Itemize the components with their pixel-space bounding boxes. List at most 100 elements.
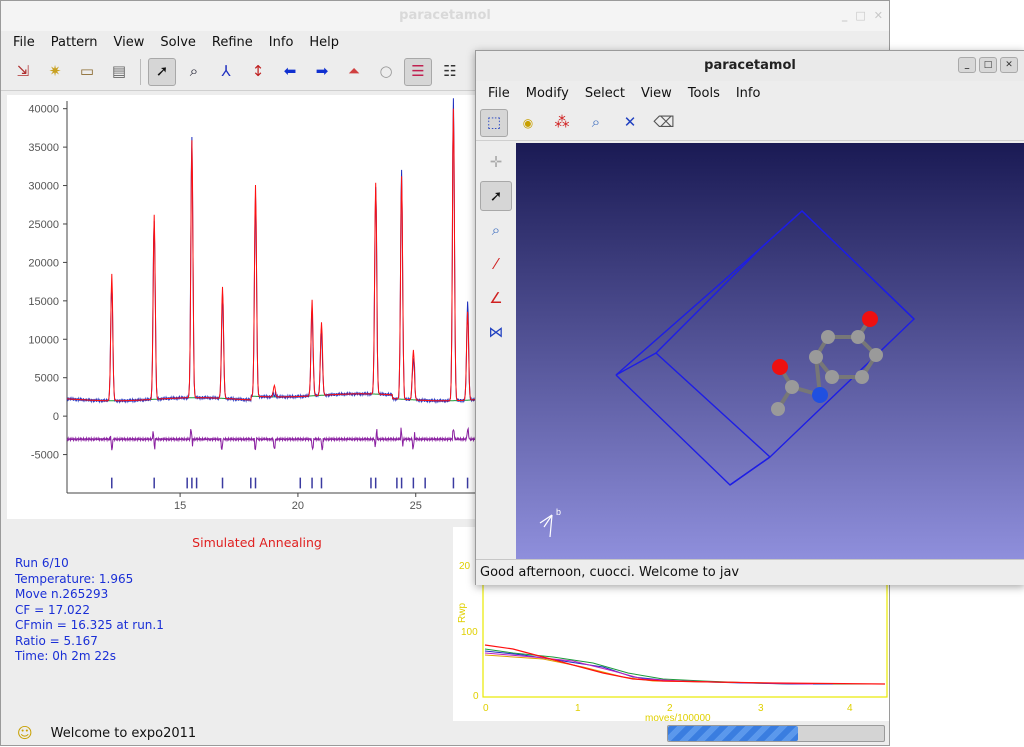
calculated-curve bbox=[67, 108, 477, 402]
rwp-xtick-3: 3 bbox=[758, 703, 764, 714]
menu-view[interactable]: View bbox=[106, 35, 153, 50]
oxygen-atom bbox=[772, 359, 788, 375]
viewer-menu-file[interactable]: File bbox=[480, 86, 518, 101]
nitrogen-atom bbox=[812, 387, 828, 403]
rwp-ytick-0: 0 bbox=[473, 691, 479, 702]
y-tick-label: 15000 bbox=[28, 296, 59, 308]
progress-bar bbox=[667, 725, 885, 742]
viewer-close-button[interactable]: ✕ bbox=[1000, 57, 1018, 73]
y-tick-label: 30000 bbox=[28, 181, 59, 193]
viewer-window-controls: _ □ ✕ bbox=[958, 57, 1018, 73]
c24-symbol-icon[interactable]: ◉ bbox=[514, 109, 542, 137]
sa-time: Time: 0h 2m 22s bbox=[15, 649, 116, 663]
plot-axes: 40000 35000 30000 25000 20000 15000 10000 5000 0… bbox=[28, 101, 477, 512]
plot-curves bbox=[66, 98, 477, 489]
y-tick-label: 20000 bbox=[28, 257, 59, 269]
y-tick-label: 0 bbox=[53, 411, 59, 423]
distance-icon[interactable]: ⁄ bbox=[480, 249, 512, 279]
x-tick-label: 20 bbox=[292, 500, 304, 512]
unit-cell-icon[interactable]: ⬚ bbox=[480, 108, 508, 137]
sa-cfmin: CFmin = 16.325 at run.1 bbox=[15, 618, 164, 632]
peak-search-icon[interactable]: ⌕ bbox=[180, 58, 208, 86]
main-status-text: Welcome to expo2011 bbox=[50, 725, 197, 741]
list-icon[interactable]: ☰ bbox=[404, 57, 432, 86]
angle-icon[interactable]: ∠ bbox=[480, 283, 512, 313]
menu-pattern[interactable]: Pattern bbox=[43, 35, 106, 50]
carbon-atom bbox=[771, 402, 785, 416]
sa-title: Simulated Annealing bbox=[192, 535, 322, 550]
atoms-icon[interactable]: ⁂ bbox=[548, 109, 576, 137]
rwp-ylabel: Rwp bbox=[457, 603, 468, 623]
carbon-atom bbox=[869, 348, 883, 362]
axis-label-b: b bbox=[556, 507, 561, 517]
carbon-atom bbox=[821, 330, 835, 344]
structure-viewer-window: paracetamol _ □ ✕ File Modify Select Vie… bbox=[475, 50, 1024, 585]
peak-fit-icon[interactable]: ↕ bbox=[244, 58, 272, 86]
magnifier-icon[interactable]: ⌕ bbox=[480, 215, 512, 245]
viewer-menubar: File Modify Select View Tools Info bbox=[476, 81, 1024, 105]
open-folder-icon[interactable]: ▭ bbox=[73, 58, 101, 86]
viewer-status-text: Good afternoon, cuocci. Welcome to jav bbox=[480, 565, 740, 580]
arrow-right-icon[interactable]: ➡ bbox=[308, 58, 336, 86]
viewer-menu-view[interactable]: View bbox=[633, 86, 680, 101]
viewer-statusbar: Good afternoon, cuocci. Welcome to jav bbox=[476, 559, 1024, 585]
viewer-menu-select[interactable]: Select bbox=[577, 86, 633, 101]
sa-cf: CF = 17.022 bbox=[15, 602, 90, 617]
y-tick-label: 10000 bbox=[28, 334, 59, 346]
carbon-atom bbox=[785, 380, 799, 394]
y-tick-label: -5000 bbox=[31, 450, 59, 462]
columns-icon[interactable]: ☷ bbox=[436, 58, 464, 86]
sa-move: Move n.265293 bbox=[15, 587, 109, 601]
shrink-icon[interactable]: ✕ bbox=[616, 109, 644, 137]
import-icon[interactable]: ⇲ bbox=[9, 58, 37, 86]
profile-icon[interactable]: ⅄ bbox=[212, 58, 240, 86]
maximize-button[interactable]: □ bbox=[855, 1, 865, 31]
menu-help[interactable]: Help bbox=[301, 35, 347, 50]
close-button[interactable]: ✕ bbox=[874, 1, 883, 31]
paracetamol-molecule bbox=[771, 311, 883, 416]
molecule-viewport[interactable]: b bbox=[516, 143, 1024, 559]
sa-temperature: Temperature: 1.965 bbox=[15, 571, 134, 586]
select-arrow-icon[interactable]: ➚ bbox=[480, 181, 512, 211]
menu-refine[interactable]: Refine bbox=[204, 35, 261, 50]
menu-solve[interactable]: Solve bbox=[152, 35, 204, 50]
save-icon[interactable]: ▤ bbox=[105, 58, 133, 86]
carbon-atom bbox=[851, 330, 865, 344]
menu-info[interactable]: Info bbox=[261, 35, 302, 50]
menu-file[interactable]: File bbox=[5, 35, 43, 50]
main-titlebar: paracetamol _ □ ✕ bbox=[1, 1, 889, 31]
x-tick-label: 25 bbox=[410, 500, 422, 512]
sa-run: Run 6/10 bbox=[15, 556, 69, 570]
sa-ratio: Ratio = 5.167 bbox=[15, 633, 98, 648]
rwp-ytick-20: 20 bbox=[459, 561, 471, 572]
arrow-left-icon[interactable]: ⬅ bbox=[276, 58, 304, 86]
torsion-icon[interactable]: ⋈ bbox=[480, 317, 512, 347]
oxygen-atom bbox=[862, 311, 878, 327]
eraser-icon[interactable]: ⌫ bbox=[650, 109, 678, 137]
axis-orientation-indicator bbox=[539, 514, 553, 538]
crosshair-icon[interactable]: ✛ bbox=[480, 147, 512, 177]
minimize-button[interactable]: _ bbox=[842, 1, 848, 31]
sa-lines: Run 6/10 Temperature: 1.965 Move n.26529… bbox=[15, 556, 447, 665]
observed-curve bbox=[66, 98, 477, 404]
rwp-xtick-1: 1 bbox=[575, 703, 581, 714]
viewer-left-toolbar: ✛ ➚ ⌕ ⁄ ∠ ⋈ bbox=[478, 143, 514, 559]
rwp-xtick-0: 0 bbox=[483, 703, 489, 714]
carbon-atom bbox=[825, 370, 839, 384]
new-file-icon[interactable]: ✷ bbox=[41, 58, 69, 86]
difference-curve bbox=[66, 426, 477, 451]
viewer-menu-info[interactable]: Info bbox=[728, 86, 769, 101]
rwp-ytick-100: 100 bbox=[461, 627, 478, 638]
viewer-minimize-button[interactable]: _ bbox=[958, 57, 976, 73]
pointer-icon[interactable]: ➚ bbox=[148, 57, 176, 86]
zoom-icon[interactable]: ⌕ bbox=[582, 109, 610, 137]
smiley-icon: ☺ bbox=[17, 724, 33, 742]
flask-icon[interactable]: ⏶ bbox=[340, 58, 368, 86]
y-tick-label: 40000 bbox=[28, 104, 59, 116]
viewer-menu-tools[interactable]: Tools bbox=[680, 86, 728, 101]
viewer-menu-modify[interactable]: Modify bbox=[518, 86, 577, 101]
circle-icon[interactable]: ○ bbox=[372, 58, 400, 86]
viewer-maximize-button[interactable]: □ bbox=[979, 57, 997, 73]
progress-fill bbox=[668, 726, 798, 741]
viewer-titlebar: paracetamol _ □ ✕ bbox=[476, 51, 1024, 81]
